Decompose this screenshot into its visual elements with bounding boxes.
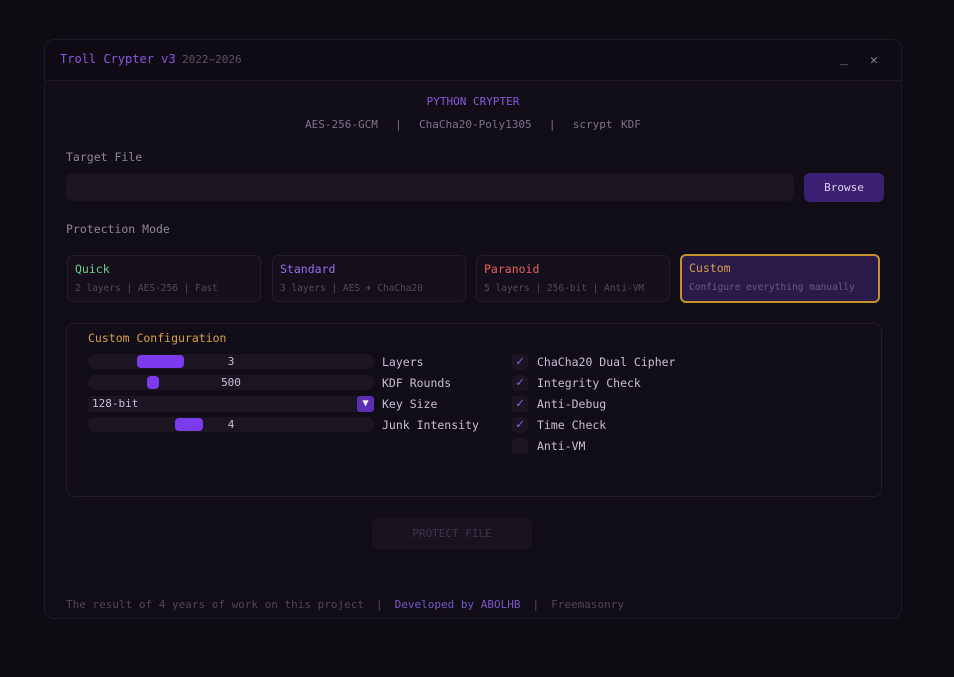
footer-developer: Developed by ABOLHB xyxy=(394,598,521,611)
browse-button[interactable]: Browse xyxy=(804,173,884,202)
mode-quick-card[interactable]: Quick 2 layers | AES-256 | Fast xyxy=(67,255,261,302)
chacha20-dual-cipher-checkbox[interactable]: ✓ ChaCha20 Dual Cipher xyxy=(512,354,682,370)
kdf-rounds-label: KDF Rounds xyxy=(382,376,452,390)
footer-tag: Freemasonry xyxy=(551,598,624,611)
kdf-rounds-value: 500 xyxy=(221,376,241,389)
checkmark-icon[interactable]: ✓ xyxy=(512,417,528,433)
app-year: 2022~2026 xyxy=(182,53,242,66)
title-bar[interactable]: Troll Crypter v3 2022~2026 _ ✕ xyxy=(45,40,901,81)
kdf-rounds-slider[interactable]: 500 xyxy=(88,375,374,390)
integrity-check-label: Integrity Check xyxy=(537,376,641,390)
time-check-checkbox[interactable]: ✓ Time Check xyxy=(512,417,682,433)
junk-intensity-slider[interactable]: 4 xyxy=(88,417,374,432)
footer-credit: The result of 4 years of work on this pr… xyxy=(66,598,365,611)
mode-standard-card[interactable]: Standard 3 layers | AES + ChaCha20 xyxy=(272,255,466,302)
protection-mode-label: Protection Mode xyxy=(66,222,170,236)
anti-vm-checkbox[interactable]: Anti-VM xyxy=(512,438,682,454)
checkbox-empty-icon[interactable] xyxy=(512,438,528,454)
app-window: Troll Crypter v3 2022~2026 _ ✕ PYTHON CR… xyxy=(44,39,902,619)
mode-paranoid-name: Paranoid xyxy=(484,262,540,276)
mode-paranoid-desc: 5 layers | 256-bit | Anti-VM xyxy=(484,283,645,294)
header-subtitle: AES-256-GCM | ChaCha20-Poly1305 | scrypt… xyxy=(305,118,641,131)
custom-config-title: Custom Configuration xyxy=(88,331,227,345)
layers-slider[interactable]: 3 xyxy=(88,354,374,369)
anti-debug-checkbox[interactable]: ✓ Anti-Debug xyxy=(512,396,682,412)
target-file-input[interactable] xyxy=(66,173,794,201)
close-button[interactable]: ✕ xyxy=(870,53,878,68)
key-size-label: Key Size xyxy=(382,397,438,411)
mode-custom-card[interactable]: Custom Configure everything manually xyxy=(680,254,880,303)
dropdown-arrow-icon[interactable]: ▼ xyxy=(357,396,374,412)
layers-label: Layers xyxy=(382,355,424,369)
mode-standard-desc: 3 layers | AES + ChaCha20 xyxy=(280,283,423,294)
minimize-button[interactable]: _ xyxy=(840,51,848,66)
target-file-label: Target File xyxy=(66,150,143,164)
junk-intensity-label: Junk Intensity xyxy=(382,418,479,432)
mode-quick-desc: 2 layers | AES-256 | Fast xyxy=(75,283,218,294)
anti-vm-label: Anti-VM xyxy=(537,439,586,453)
mode-paranoid-card[interactable]: Paranoid 5 layers | 256-bit | Anti-VM xyxy=(476,255,670,302)
protect-file-button[interactable]: PROTECT FILE xyxy=(372,518,532,549)
key-size-value: 128-bit xyxy=(92,397,139,410)
checkmark-icon[interactable]: ✓ xyxy=(512,396,528,412)
mode-standard-name: Standard xyxy=(280,262,336,276)
footer-separator: | xyxy=(376,598,383,611)
key-size-select[interactable]: 128-bit ▼ xyxy=(88,396,374,412)
chacha20-dual-cipher-label: ChaCha20 Dual Cipher xyxy=(537,355,676,369)
integrity-check-checkbox[interactable]: ✓ Integrity Check xyxy=(512,375,682,391)
checkmark-icon[interactable]: ✓ xyxy=(512,375,528,391)
custom-config-panel: Custom Configuration 3 Layers 500 KDF Ro… xyxy=(66,323,882,497)
mode-custom-name: Custom xyxy=(689,261,731,275)
mode-quick-name: Quick xyxy=(75,262,110,276)
footer-separator: | xyxy=(532,598,540,611)
checkmark-icon[interactable]: ✓ xyxy=(512,354,528,370)
anti-debug-label: Anti-Debug xyxy=(537,397,607,411)
junk-intensity-value: 4 xyxy=(227,418,235,431)
app-title: Troll Crypter v3 xyxy=(60,52,176,66)
footer: The result of 4 years of work on this pr… xyxy=(66,598,624,611)
time-check-label: Time Check xyxy=(537,418,607,432)
layers-value: 3 xyxy=(227,355,235,368)
header-title: PYTHON CRYPTER xyxy=(426,95,520,108)
mode-custom-desc: Configure everything manually xyxy=(689,282,855,293)
